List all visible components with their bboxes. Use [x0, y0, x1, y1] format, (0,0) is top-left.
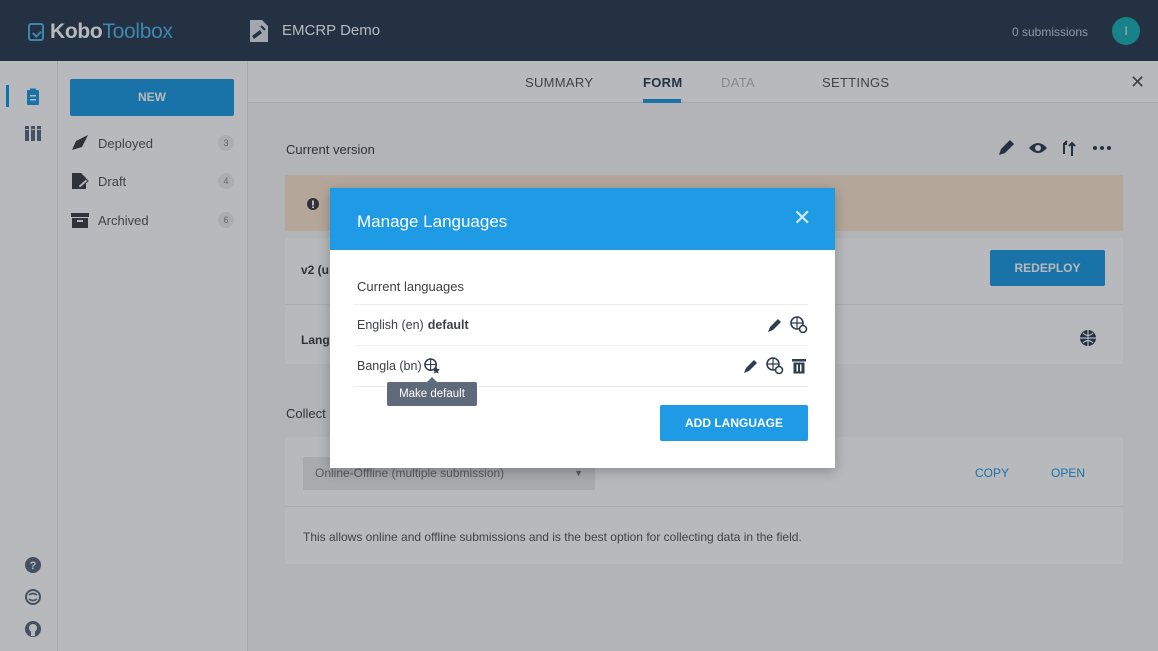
make-default-tooltip: Make default: [387, 377, 477, 406]
add-language-button[interactable]: ADD LANGUAGE: [660, 405, 808, 441]
language-name: Bangla (bn): [357, 359, 422, 373]
translation-settings-icon[interactable]: [766, 357, 784, 375]
translation-settings-icon[interactable]: [790, 316, 808, 334]
modal-title: Manage Languages: [357, 212, 508, 231]
language-name: English (en) default: [357, 318, 469, 332]
edit-language-icon[interactable]: [742, 357, 760, 375]
edit-language-icon[interactable]: [766, 316, 784, 334]
delete-language-icon[interactable]: [790, 357, 808, 375]
default-tag: default: [427, 318, 469, 332]
language-row-tools: [766, 316, 808, 334]
modal-header: Manage Languages ✕: [330, 188, 835, 250]
modal-close-icon[interactable]: ✕: [793, 205, 811, 231]
make-default-globe-star-icon[interactable]: [424, 358, 441, 375]
manage-languages-modal: Manage Languages ✕ Current languages Eng…: [330, 188, 835, 468]
language-row: Bangla (bn): [354, 345, 808, 386]
language-row: English (en) default: [354, 304, 808, 345]
current-languages-heading: Current languages: [357, 279, 464, 294]
language-row-tools: [742, 357, 808, 375]
